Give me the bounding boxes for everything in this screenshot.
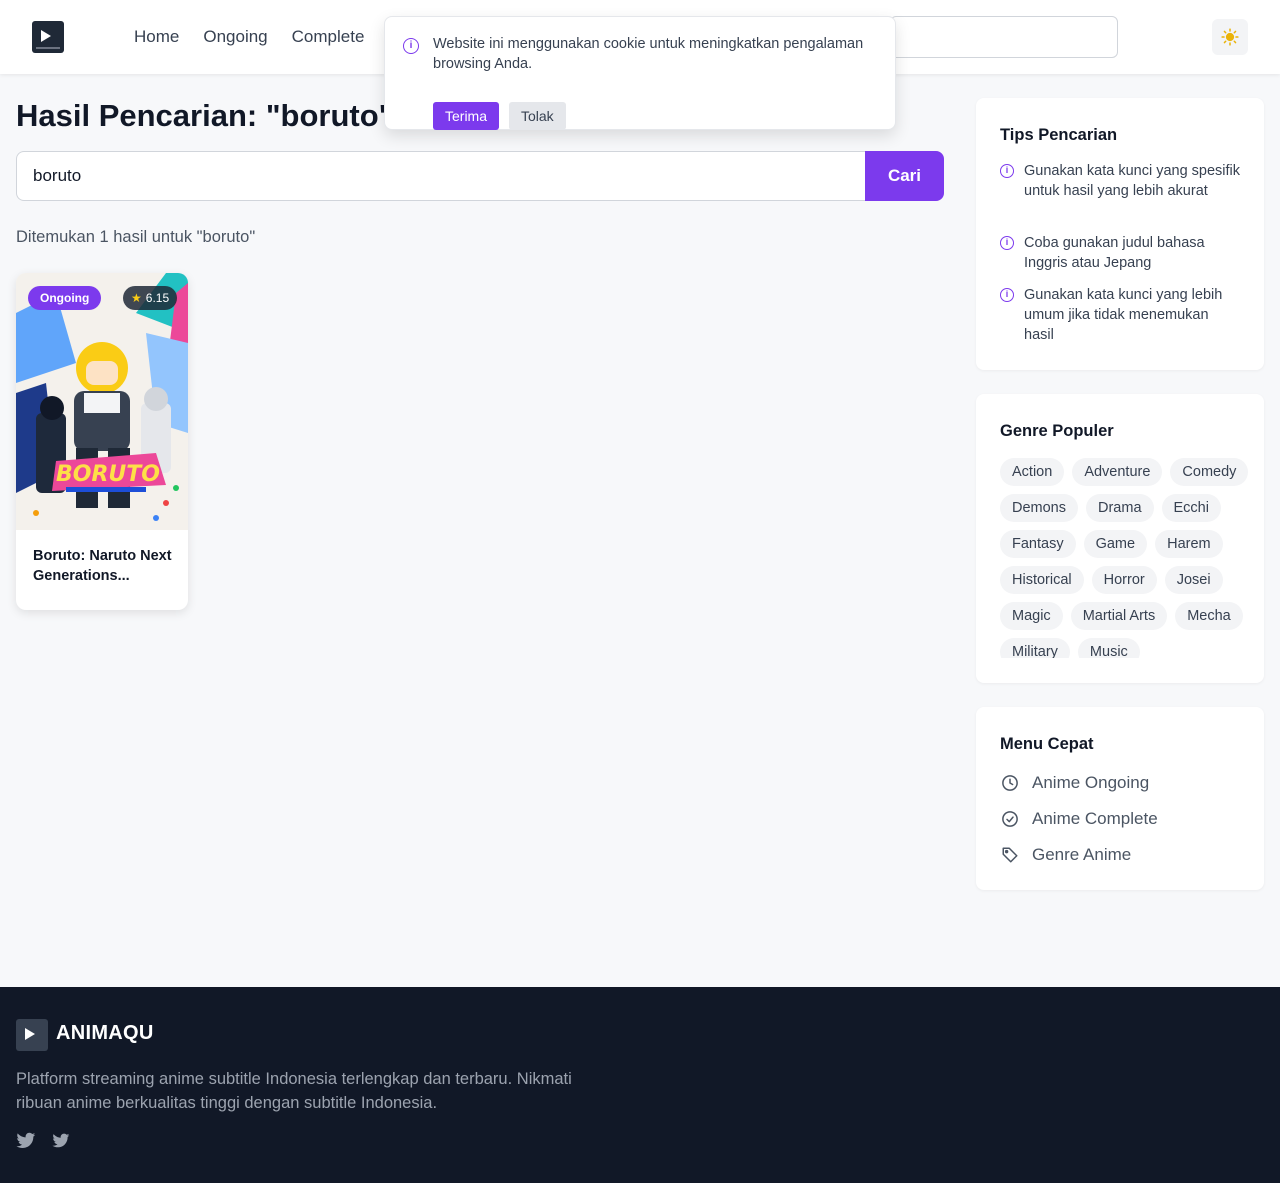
play-icon bbox=[41, 30, 51, 42]
quick-item-genre[interactable]: Genre Anime bbox=[1000, 845, 1131, 865]
genre-chip-ecchi[interactable]: Ecchi bbox=[1161, 494, 1221, 522]
genre-chip-martial-arts[interactable]: Martial Arts bbox=[1070, 602, 1168, 630]
sun-icon bbox=[1221, 28, 1239, 46]
quick-menu-panel: Menu Cepat Anime Ongoing Anime Complete … bbox=[976, 707, 1264, 890]
svg-text:BORUTO: BORUTO bbox=[56, 462, 160, 487]
genre-chip-action[interactable]: Action bbox=[1000, 458, 1065, 486]
footer-description: Platform streaming anime subtitle Indone… bbox=[16, 1070, 572, 1112]
anime-poster[interactable]: BORUTO Ongoing ★ 6.15 bbox=[16, 273, 188, 530]
anime-title[interactable]: Boruto: Naruto Next Generations... bbox=[33, 546, 178, 586]
genre-chip-harem[interactable]: Harem bbox=[1155, 530, 1223, 558]
nav-ongoing[interactable]: Ongoing bbox=[203, 27, 267, 47]
info-icon: i bbox=[1000, 236, 1014, 250]
tips-title: Tips Pencarian bbox=[1000, 126, 1118, 144]
site-footer: ANIMAQU Platform streaming anime subtitl… bbox=[0, 987, 1280, 1183]
twitter-icon[interactable] bbox=[52, 1133, 70, 1149]
cookie-consent-popup: i Website ini menggunakan cookie untuk m… bbox=[384, 16, 896, 130]
cookie-accept-button[interactable]: Terima bbox=[433, 102, 500, 130]
genres-title: Genre Populer bbox=[1000, 422, 1114, 440]
nav-complete[interactable]: Complete bbox=[292, 27, 365, 47]
quick-item-complete[interactable]: Anime Complete bbox=[1000, 809, 1158, 829]
genre-chip-josei[interactable]: Josei bbox=[1164, 566, 1223, 594]
search-input[interactable] bbox=[16, 151, 866, 201]
search-tips-panel: Tips Pencarian i Gunakan kata kunci yang… bbox=[976, 98, 1264, 370]
nav-home[interactable]: Home bbox=[134, 27, 179, 47]
popular-genres-panel: Genre Populer Action Adventure Comedy De… bbox=[976, 394, 1264, 683]
main-nav: Home Ongoing Complete bbox=[134, 27, 364, 47]
genre-chip-music[interactable]: Music bbox=[1077, 638, 1140, 658]
cookie-message: Website ini menggunakan cookie untuk men… bbox=[433, 36, 864, 72]
theme-toggle-button[interactable] bbox=[1212, 19, 1248, 55]
header-search-input[interactable] bbox=[890, 16, 1118, 58]
genre-chip-adventure[interactable]: Adventure bbox=[1072, 458, 1163, 486]
genre-chip-horror[interactable]: Horror bbox=[1091, 566, 1157, 594]
site-logo[interactable] bbox=[32, 21, 64, 53]
anime-card[interactable]: BORUTO Ongoing ★ 6.15 Boruto: Naruto Next… bbox=[16, 273, 188, 610]
tip-item: i Gunakan kata kunci yang lebih umum jik… bbox=[1000, 285, 1240, 345]
info-icon: i bbox=[403, 38, 419, 54]
genre-chip-game[interactable]: Game bbox=[1083, 530, 1148, 558]
clock-icon bbox=[1000, 773, 1020, 793]
footer-brand: ANIMAQU bbox=[56, 1022, 154, 1044]
star-icon: ★ bbox=[131, 291, 142, 305]
rating-badge: ★ 6.15 bbox=[123, 286, 178, 310]
cookie-reject-button[interactable]: Tolak bbox=[509, 102, 566, 130]
poster-image: BORUTO bbox=[16, 273, 188, 530]
check-circle-icon bbox=[1000, 809, 1020, 829]
genre-chip-fantasy[interactable]: Fantasy bbox=[1000, 530, 1076, 558]
genre-chip-historical[interactable]: Historical bbox=[1000, 566, 1084, 594]
genre-chip-magic[interactable]: Magic bbox=[1000, 602, 1063, 630]
rating-value: 6.15 bbox=[145, 291, 170, 305]
genre-chip-comedy[interactable]: Comedy bbox=[1170, 458, 1249, 486]
genre-chip-demons[interactable]: Demons bbox=[1000, 494, 1078, 522]
info-icon: i bbox=[1000, 288, 1014, 302]
status-badge: Ongoing bbox=[28, 286, 102, 310]
quick-menu-title: Menu Cepat bbox=[1000, 735, 1094, 753]
genre-chip-mecha[interactable]: Mecha bbox=[1175, 602, 1243, 630]
quick-item-ongoing[interactable]: Anime Ongoing bbox=[1000, 773, 1149, 793]
search-button[interactable]: Cari bbox=[865, 151, 944, 201]
genre-chip-drama[interactable]: Drama bbox=[1086, 494, 1154, 522]
play-icon bbox=[25, 1028, 35, 1040]
tag-icon bbox=[1000, 845, 1020, 865]
footer-logo[interactable] bbox=[16, 1019, 48, 1051]
result-count-text: Ditemukan 1 hasil untuk "boruto" bbox=[16, 228, 256, 246]
genre-chip-military[interactable]: Military bbox=[1000, 638, 1070, 658]
info-icon: i bbox=[1000, 164, 1014, 178]
page-title: Hasil Pencarian: "boruto" bbox=[16, 98, 394, 133]
search-form: Cari bbox=[16, 151, 944, 201]
tip-item: i Gunakan kata kunci yang spesifik untuk… bbox=[1000, 161, 1240, 201]
genre-list: Action Adventure Comedy Demons Drama Ecc… bbox=[1000, 458, 1250, 658]
tip-item: i Coba gunakan judul bahasa Inggris atau… bbox=[1000, 233, 1240, 273]
twitter-icon[interactable] bbox=[16, 1132, 36, 1150]
